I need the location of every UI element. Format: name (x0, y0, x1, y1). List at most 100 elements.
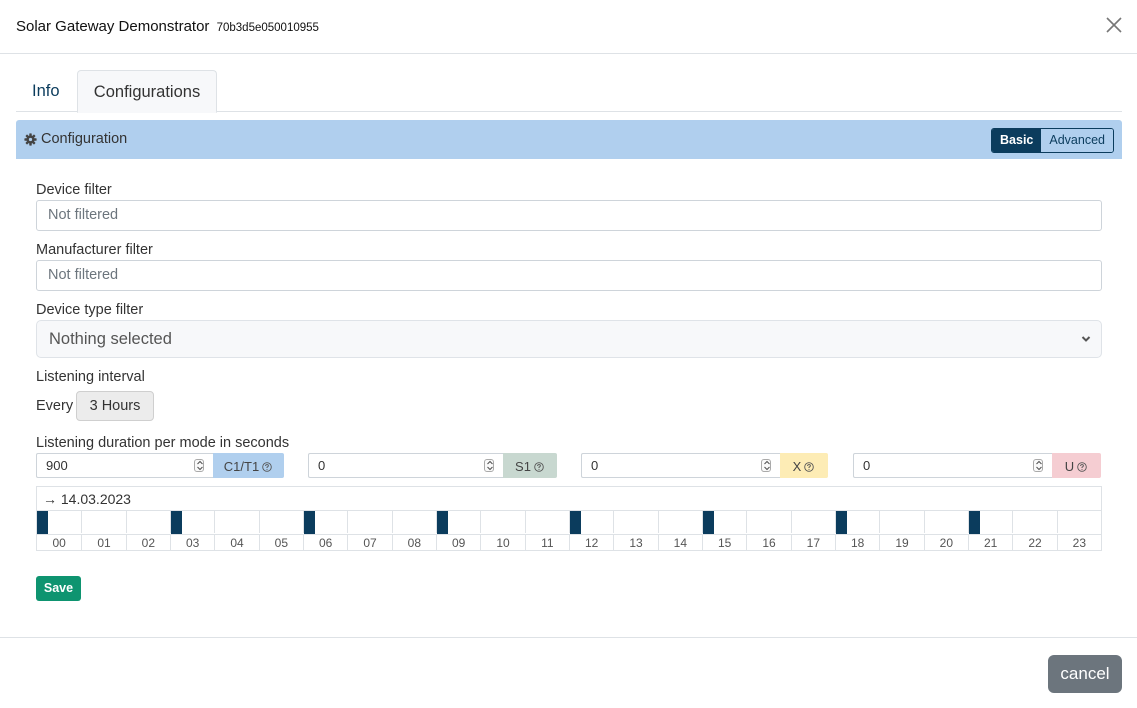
mode-tag-label: S1 (515, 459, 531, 474)
mode-c1t1-group: 900 C1/T1 (36, 453, 284, 478)
basic-mode-button[interactable]: Basic (992, 129, 1042, 152)
hour-slot (1056, 511, 1101, 533)
hour-label: 00 (52, 536, 66, 550)
mode-u-group: 0 U (853, 453, 1101, 478)
mode-s1-tag[interactable]: S1 (503, 453, 557, 478)
hour-label: 20 (923, 535, 968, 551)
device-type-filter-label: Device type filter (36, 302, 144, 318)
hour-label: 09 (436, 535, 480, 551)
hour-slot (125, 511, 170, 533)
hour-label: 21 (968, 535, 1012, 551)
mode-value: 0 (591, 458, 599, 473)
mode-u-tag[interactable]: U (1052, 453, 1101, 478)
hour-slot (790, 511, 835, 533)
manufacturer-filter-input[interactable]: Not filtered (36, 260, 1102, 291)
mode-x-group: 0 X (581, 453, 828, 478)
listening-window-bar (304, 511, 316, 534)
hour-label: 08 (391, 535, 436, 551)
hour-slot (923, 511, 968, 533)
mode-c1t1-duration-input[interactable]: 900 (36, 453, 213, 478)
schedule-timeline: → 14.03.2023 00 01 02 03 04 05 06 07 08 09 10 11 12 1… (36, 486, 1102, 551)
timeline-date-value: 14.03.2023 (60, 491, 131, 507)
hour-slot (391, 511, 436, 533)
hour-label: 15 (702, 535, 746, 551)
save-button[interactable]: Save (36, 576, 81, 601)
arrow-right-icon: → (43, 491, 57, 507)
listening-window-bar (703, 511, 715, 534)
close-icon (1106, 17, 1122, 33)
interval-selector-button[interactable]: 3 Hours (76, 391, 154, 421)
device-filter-input[interactable]: Not filtered (36, 200, 1102, 231)
mode-value: 0 (863, 458, 871, 473)
mode-s1-duration-input[interactable]: 0 (308, 453, 503, 478)
hour-label: 07 (347, 535, 391, 551)
manufacturer-filter-label: Manufacturer filter (36, 242, 153, 258)
tab-bar: Info Configurations (16, 70, 1122, 113)
hour-slot (81, 511, 125, 533)
close-button[interactable] (1103, 14, 1125, 36)
hour-label: 06 (303, 535, 347, 551)
help-icon (1077, 462, 1087, 472)
listening-window-bar (171, 511, 183, 534)
listening-window-bar (437, 511, 449, 534)
chevron-down-icon (1081, 336, 1091, 342)
hour-label: 01 (81, 535, 125, 551)
help-icon (534, 462, 544, 472)
spinner-icon[interactable] (761, 459, 771, 472)
spinner-icon[interactable] (1033, 459, 1043, 472)
advanced-mode-button[interactable]: Advanced (1041, 129, 1113, 152)
device-serial: 70b3d5e050010955 (216, 22, 319, 34)
mode-c1t1-tag[interactable]: C1/T1 (213, 453, 284, 478)
hour-label: 18 (835, 535, 879, 551)
mode-tag-label: X (792, 459, 802, 474)
device-type-select[interactable]: Nothing selected (36, 320, 1102, 358)
hour-label: 16 (746, 535, 790, 551)
listening-interval-label: Listening interval (36, 369, 145, 385)
hour-slot (258, 511, 303, 533)
hour-label: 14 (657, 535, 702, 551)
hour-label: 23 (1056, 535, 1101, 551)
modal-title: Solar Gateway Demonstrator 70b3d5e050010… (16, 18, 319, 35)
listening-window-bar (836, 511, 848, 534)
hour-slot (746, 511, 790, 533)
hour-label: 13 (613, 535, 657, 551)
hour-label: 05 (258, 535, 303, 551)
device-name: Solar Gateway Demonstrator (16, 18, 210, 35)
mode-s1-group: 0 S1 (308, 453, 557, 478)
listening-window-bar (37, 511, 49, 534)
hour-slot (524, 511, 569, 533)
mode-x-duration-input[interactable]: 0 (581, 453, 780, 478)
hour-label: 10 (480, 535, 524, 551)
spinner-icon[interactable] (484, 459, 494, 472)
configuration-header: Configuration Basic Advanced (16, 120, 1122, 159)
listening-duration-label: Listening duration per mode in seconds (36, 435, 290, 451)
help-icon (804, 462, 815, 472)
timeline-hour-labels: 00 01 02 03 04 05 06 07 08 09 10 11 12 13 14 15 16 17 18 19… (37, 534, 1101, 551)
mode-value: 900 (46, 458, 68, 473)
gear-icon (24, 133, 37, 146)
modal-footer: cancel (0, 637, 1137, 708)
spinner-icon[interactable] (194, 459, 204, 472)
mode-value: 0 (318, 458, 326, 473)
hour-label: 12 (569, 535, 613, 551)
hour-slot (480, 511, 524, 533)
configuration-title: Configuration (41, 131, 128, 147)
cancel-button[interactable]: cancel (1048, 655, 1122, 693)
hour-label: 17 (790, 535, 835, 551)
timeline-hour-slots (37, 510, 1101, 534)
timeline-date: → 14.03.2023 (43, 491, 131, 507)
listening-window-bar (570, 511, 582, 534)
mode-tag-label: C1/T1 (223, 459, 260, 474)
device-config-modal: Solar Gateway Demonstrator 70b3d5e050010… (0, 0, 1137, 708)
every-label: Every (36, 398, 74, 414)
mode-u-duration-input[interactable]: 0 (853, 453, 1052, 478)
hour-label: 04 (214, 535, 258, 551)
hour-label: 02 (125, 535, 170, 551)
hour-slot (879, 511, 923, 533)
hour-label: 19 (879, 535, 923, 551)
tab-info[interactable]: Info (16, 70, 78, 112)
hour-label: 03 (170, 535, 214, 551)
hour-slot (1012, 511, 1056, 533)
tab-configurations[interactable]: Configurations (77, 70, 217, 113)
mode-x-tag[interactable]: X (780, 453, 828, 478)
